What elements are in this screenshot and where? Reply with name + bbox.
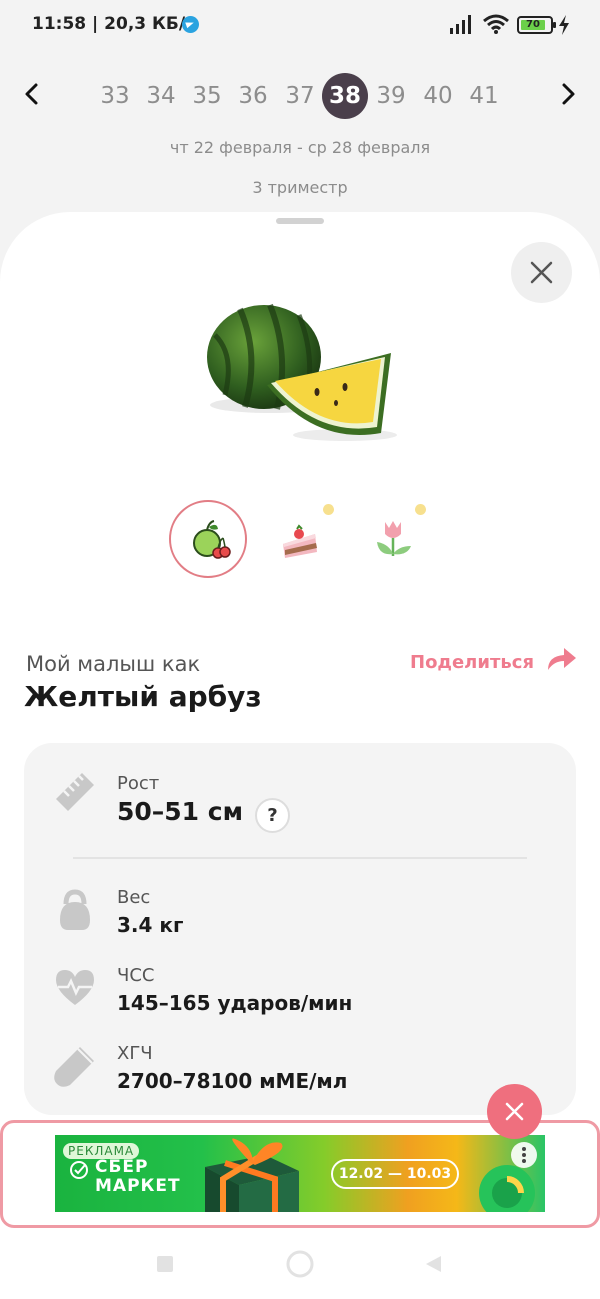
test-tube-icon [54, 1047, 94, 1087]
week-option-selected[interactable]: 38 [322, 73, 368, 119]
divider [73, 857, 527, 859]
tulip-icon [377, 521, 411, 556]
sber-check-icon [70, 1161, 88, 1179]
prev-week-button[interactable] [20, 80, 44, 108]
height-value: 50–51 см [117, 797, 244, 826]
sheet-drag-handle[interactable] [276, 218, 324, 224]
battery-icon: 70 [517, 16, 556, 34]
trimester-label: 3 триместр [252, 178, 348, 197]
home-button[interactable] [286, 1250, 314, 1278]
close-icon [530, 261, 553, 284]
cake-icon [283, 524, 317, 558]
kettlebell-icon [60, 889, 90, 930]
height-help-button[interactable]: ? [255, 798, 290, 833]
week-option[interactable]: 39 [368, 73, 414, 119]
new-indicator-dot [415, 504, 426, 515]
fruit-tab[interactable] [169, 500, 247, 578]
week-option[interactable]: 36 [230, 73, 276, 119]
ad-brand: СБЕР МАРКЕТ [95, 1157, 181, 1196]
new-indicator-dot [323, 504, 334, 515]
wifi-icon [483, 14, 509, 34]
status-bar: 11:58 | 20,3 КБ/с 70 [0, 0, 600, 52]
charging-icon [559, 15, 569, 35]
heart-rate-value: 145–165 ударов/мин [117, 991, 353, 1015]
week-selector: 33 34 35 36 37 38 39 40 41 [0, 68, 600, 119]
ruler-icon [56, 773, 94, 811]
close-icon [505, 1102, 524, 1121]
week-option[interactable]: 34 [138, 73, 184, 119]
apple-cherry-icon [193, 520, 231, 559]
gift-box-image [205, 1138, 299, 1212]
ad-banner[interactable]: РЕКЛАМА СБЕР МАРКЕТ 12.02 — 10.03 [55, 1135, 545, 1212]
weight-label: Вес [117, 887, 151, 908]
week-option[interactable]: 40 [415, 73, 461, 119]
signal-icon [450, 15, 471, 34]
height-label: Рост [117, 773, 160, 794]
ad-more-button[interactable] [511, 1142, 537, 1168]
battery-level: 70 [521, 20, 545, 30]
flower-tab[interactable] [353, 500, 431, 578]
week-option[interactable]: 37 [277, 73, 323, 119]
date-range: чт 22 февраля - ср 28 февраля [169, 138, 431, 157]
ad-dates: 12.02 — 10.03 [331, 1159, 459, 1189]
heart-pulse-icon [56, 970, 94, 1005]
comparison-fruit-title: Желтый арбуз [24, 680, 262, 713]
recents-button[interactable] [155, 1254, 175, 1274]
week-option[interactable]: 33 [92, 73, 138, 119]
comparison-intro: Мой малыш как [26, 652, 201, 676]
telegram-icon [182, 16, 199, 33]
week-option[interactable]: 41 [461, 73, 507, 119]
hcg-value: 2700–78100 мМЕ/мл [117, 1069, 348, 1093]
dessert-tab[interactable] [261, 500, 339, 578]
heart-rate-label: ЧСС [117, 965, 155, 986]
baby-stats-card: Рост 50–51 см ? Вес 3.4 кг ЧСС 145–165 у… [24, 743, 576, 1115]
close-button[interactable] [511, 242, 572, 303]
next-week-button[interactable] [556, 80, 580, 108]
weight-value: 3.4 кг [117, 913, 184, 937]
hcg-label: ХГЧ [117, 1043, 153, 1064]
back-button[interactable] [423, 1254, 443, 1274]
system-nav-bar [0, 1228, 600, 1299]
status-time: 11:58 | 20,3 КБ/с [32, 14, 196, 34]
ad-close-button[interactable] [487, 1084, 542, 1139]
share-button[interactable]: Поделиться [410, 652, 534, 673]
yellow-watermelon-image [207, 303, 397, 441]
share-arrow-icon[interactable] [544, 644, 578, 674]
week-option[interactable]: 35 [184, 73, 230, 119]
